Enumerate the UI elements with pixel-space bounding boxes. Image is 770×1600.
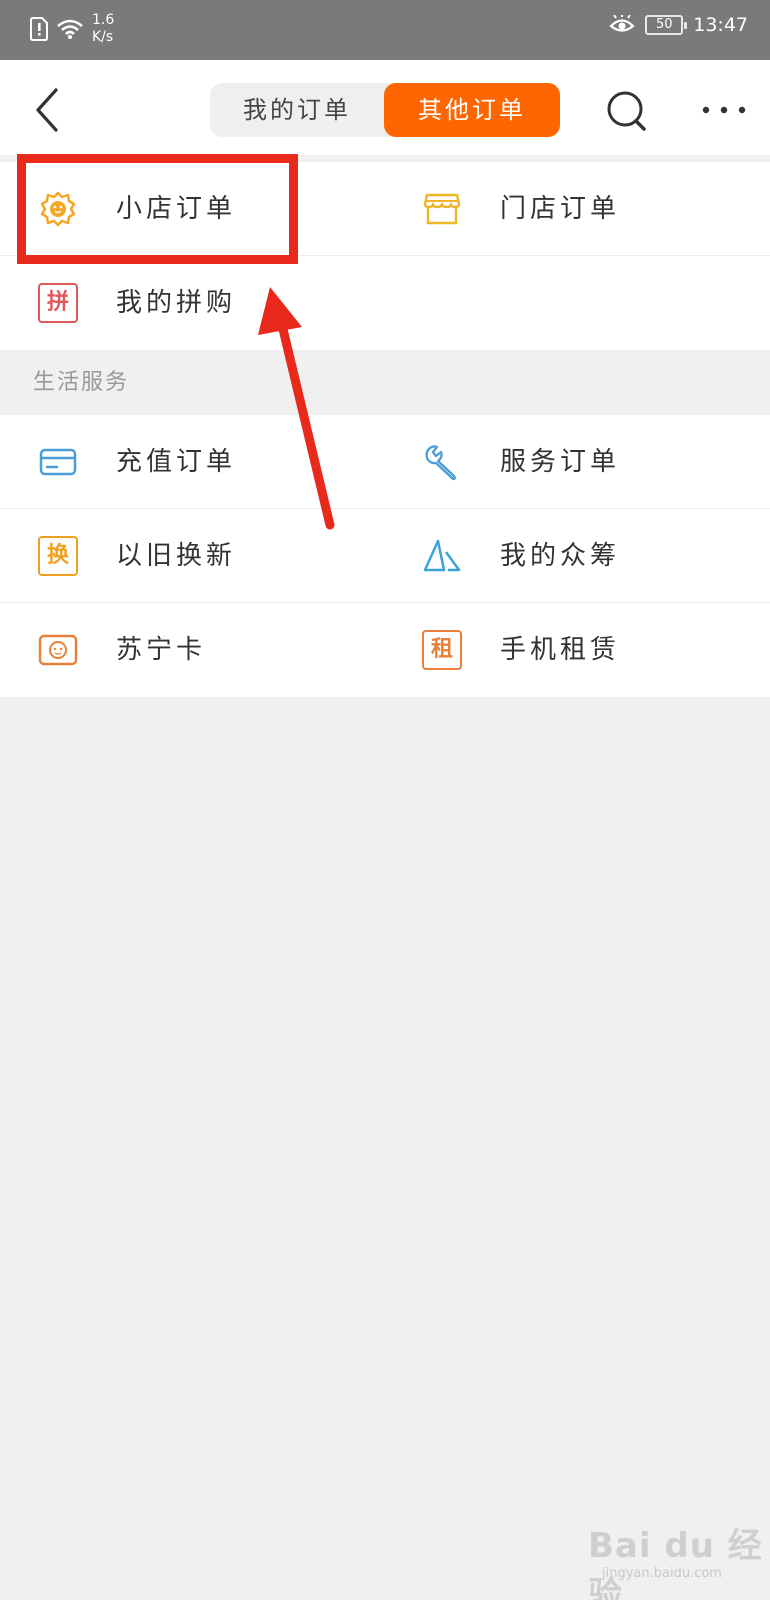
store-orders-label: 门店订单 — [500, 194, 621, 224]
trade-in-icon: 换 — [38, 536, 78, 576]
pin-group-buy-icon: 拼 — [38, 283, 78, 323]
network-speed: 1.6 K/s — [92, 12, 115, 45]
watermark-logo: Bai du 经验 — [588, 1526, 763, 1600]
storefront-icon — [423, 193, 461, 225]
service-orders-label: 服务订单 — [500, 447, 621, 477]
grid-row: 苏宁卡 租 手机租赁 — [0, 603, 770, 697]
phone-rental-icon: 租 — [422, 630, 462, 670]
clock: 13:47 — [693, 14, 748, 36]
phone-rental-item[interactable]: 租 手机租赁 — [385, 603, 770, 697]
tab-other-orders[interactable]: 其他订单 — [384, 83, 560, 137]
life-services-grid: 充值订单 服务订单 换 以旧换新 我的众筹 苏宁卡 租 手机租赁 — [0, 415, 770, 697]
recharge-orders-label: 充值订单 — [116, 447, 237, 477]
trade-in-label: 以旧换新 — [116, 541, 237, 571]
section-title: 生活服务 — [33, 370, 130, 395]
back-arrow-icon[interactable] — [30, 85, 70, 135]
suning-card-label: 苏宁卡 — [116, 635, 207, 665]
wrench-icon — [425, 445, 456, 481]
crowdfunding-icon — [423, 539, 461, 572]
watermark: Bai du 经验 jingyan.baidu.com — [588, 1500, 768, 1600]
group-buy-label: 我的拼购 — [116, 288, 237, 318]
eye-comfort-icon — [609, 15, 635, 32]
crowdfunding-item[interactable]: 我的众筹 — [385, 509, 770, 603]
search-icon[interactable] — [606, 90, 648, 132]
status-bar: 1.6 K/s 50 13:47 — [0, 0, 770, 60]
order-type-switch: 我的订单 其他订单 — [210, 83, 560, 137]
more-icon[interactable] — [700, 95, 750, 125]
suning-card-item[interactable]: 苏宁卡 — [0, 603, 385, 697]
highlight-box — [17, 154, 298, 264]
wifi-icon — [57, 19, 83, 39]
life-services-header: 生活服务 — [0, 350, 770, 415]
phone-rental-label: 手机租赁 — [500, 635, 621, 665]
sim-alert-icon — [30, 17, 48, 41]
top-nav-bar: 我的订单 其他订单 — [0, 60, 770, 155]
suning-card-icon — [38, 634, 78, 666]
tab-my-orders[interactable]: 我的订单 — [210, 83, 384, 137]
store-orders-item[interactable]: 门店订单 — [385, 162, 770, 256]
service-orders-item[interactable]: 服务订单 — [385, 415, 770, 509]
grid-row: 充值订单 服务订单 — [0, 415, 770, 509]
card-icon — [39, 448, 77, 476]
grid-row: 换 以旧换新 我的众筹 — [0, 509, 770, 603]
battery-indicator: 50 — [645, 15, 688, 35]
watermark-url: jingyan.baidu.com — [602, 1566, 722, 1581]
grid-row: 拼 我的拼购 — [0, 256, 770, 350]
annotation-arrow-icon — [258, 287, 335, 530]
crowdfunding-label: 我的众筹 — [500, 541, 621, 571]
